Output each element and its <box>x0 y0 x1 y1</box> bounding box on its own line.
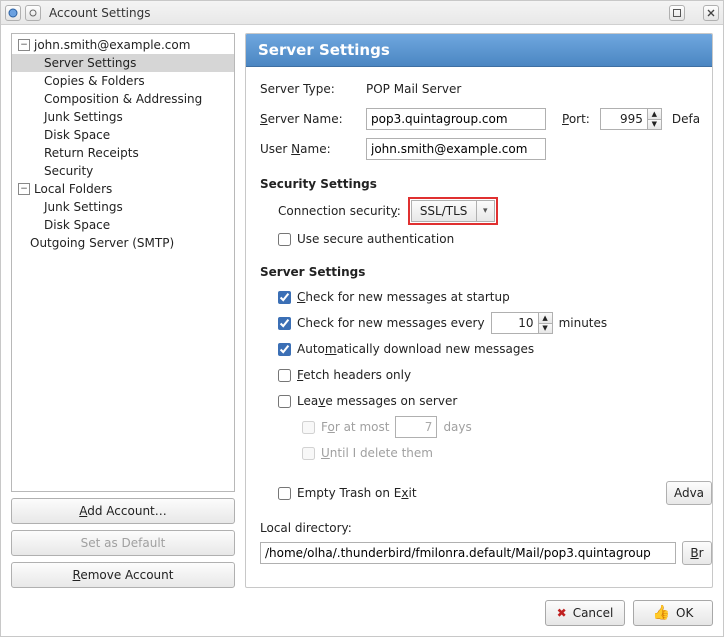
tree-local-folders-root[interactable]: − Local Folders <box>12 180 234 198</box>
port-label: Port: <box>562 112 590 126</box>
tree-item-local-disk[interactable]: Disk Space <box>12 216 234 234</box>
window-pin-icon[interactable] <box>25 5 41 21</box>
dialog-footer: ✖ Cancel 👍 OK <box>11 596 713 626</box>
tree-account-root[interactable]: − john.smith@example.com <box>12 36 234 54</box>
tree-label: john.smith@example.com <box>34 38 190 52</box>
server-settings-heading: Server Settings <box>260 265 712 279</box>
remove-account-button[interactable]: Remove Account <box>11 562 235 588</box>
tree-item-composition[interactable]: Composition & Addressing <box>12 90 234 108</box>
maximize-icon[interactable] <box>669 5 685 21</box>
leave-on-server-checkbox[interactable]: Leave messages on server <box>278 391 712 411</box>
tree-item-server-settings[interactable]: Server Settings <box>12 54 234 72</box>
pane-heading: Server Settings <box>246 34 712 67</box>
server-type-label: Server Type: <box>260 82 356 96</box>
local-dir-label: Local directory: <box>260 521 712 535</box>
spin-down-icon[interactable]: ▼ <box>539 324 552 334</box>
default-port-label: Defa <box>672 112 700 126</box>
connection-security-label: Connection security: <box>278 204 401 218</box>
port-stepper[interactable]: 995 ▲▼ <box>600 108 662 130</box>
tree-item-junk[interactable]: Junk Settings <box>12 108 234 126</box>
empty-trash-checkbox[interactable]: Empty Trash on Exit <box>278 483 656 503</box>
server-name-input[interactable] <box>366 108 546 130</box>
account-settings-window: Account Settings − john.smith@example.co… <box>0 0 724 637</box>
secure-auth-checkbox[interactable]: Use secure authentication <box>278 229 712 249</box>
titlebar: Account Settings <box>1 1 723 25</box>
tree-item-copies-folders[interactable]: Copies & Folders <box>12 72 234 90</box>
user-name-label: User Name: <box>260 142 356 156</box>
user-name-input[interactable] <box>366 138 546 160</box>
spin-down-icon[interactable]: ▼ <box>648 120 661 130</box>
add-account-button[interactable]: Add Account… <box>11 498 235 524</box>
check-interval-stepper[interactable]: 10 ▲▼ <box>491 312 553 334</box>
cancel-icon: ✖ <box>557 606 567 620</box>
auto-download-checkbox[interactable]: Automatically download new messages <box>278 339 712 359</box>
security-heading: Security Settings <box>260 177 712 191</box>
account-tree[interactable]: − john.smith@example.com Server Settings… <box>11 33 235 492</box>
for-at-most-input <box>395 416 437 438</box>
browse-button[interactable]: Br <box>682 541 712 565</box>
until-delete-checkbox: Until I delete them <box>278 443 712 463</box>
spin-up-icon[interactable]: ▲ <box>539 313 552 324</box>
chevron-down-icon: ▾ <box>476 201 494 221</box>
check-every-row[interactable]: Check for new messages every 10 ▲▼ minut… <box>278 313 712 333</box>
window-title: Account Settings <box>49 6 150 20</box>
settings-pane: Server Settings Server Type: POP Mail Se… <box>245 33 713 588</box>
tree-item-local-junk[interactable]: Junk Settings <box>12 198 234 216</box>
server-name-label: Server Name: <box>260 112 356 126</box>
collapse-icon[interactable]: − <box>18 183 30 195</box>
check-startup-checkbox[interactable]: Check for new messages at startup <box>278 287 712 307</box>
for-at-most-row: For at most days <box>278 417 712 437</box>
advanced-button[interactable]: Adva <box>666 481 712 505</box>
server-type-value: POP Mail Server <box>366 82 461 96</box>
set-default-button: Set as Default <box>11 530 235 556</box>
tree-item-smtp[interactable]: Outgoing Server (SMTP) <box>12 234 234 252</box>
collapse-icon[interactable]: − <box>18 39 30 51</box>
tree-item-security[interactable]: Security <box>12 162 234 180</box>
fetch-headers-checkbox[interactable]: Fetch headers only <box>278 365 712 385</box>
tree-item-disk-space[interactable]: Disk Space <box>12 126 234 144</box>
tree-label: Local Folders <box>34 182 112 196</box>
tree-label: Outgoing Server (SMTP) <box>30 236 174 250</box>
cancel-button[interactable]: ✖ Cancel <box>545 600 625 626</box>
close-icon[interactable] <box>703 5 719 21</box>
connection-security-dropdown[interactable]: SSL/TLS ▾ <box>411 200 495 222</box>
ok-icon: 👍 <box>653 605 670 621</box>
connection-security-value: SSL/TLS <box>412 204 476 218</box>
spin-up-icon[interactable]: ▲ <box>648 109 661 120</box>
ok-button[interactable]: 👍 OK <box>633 600 713 626</box>
tree-item-return-receipts[interactable]: Return Receipts <box>12 144 234 162</box>
port-value: 995 <box>601 109 647 129</box>
app-menu-icon[interactable] <box>5 5 21 21</box>
local-dir-input[interactable] <box>260 542 676 564</box>
